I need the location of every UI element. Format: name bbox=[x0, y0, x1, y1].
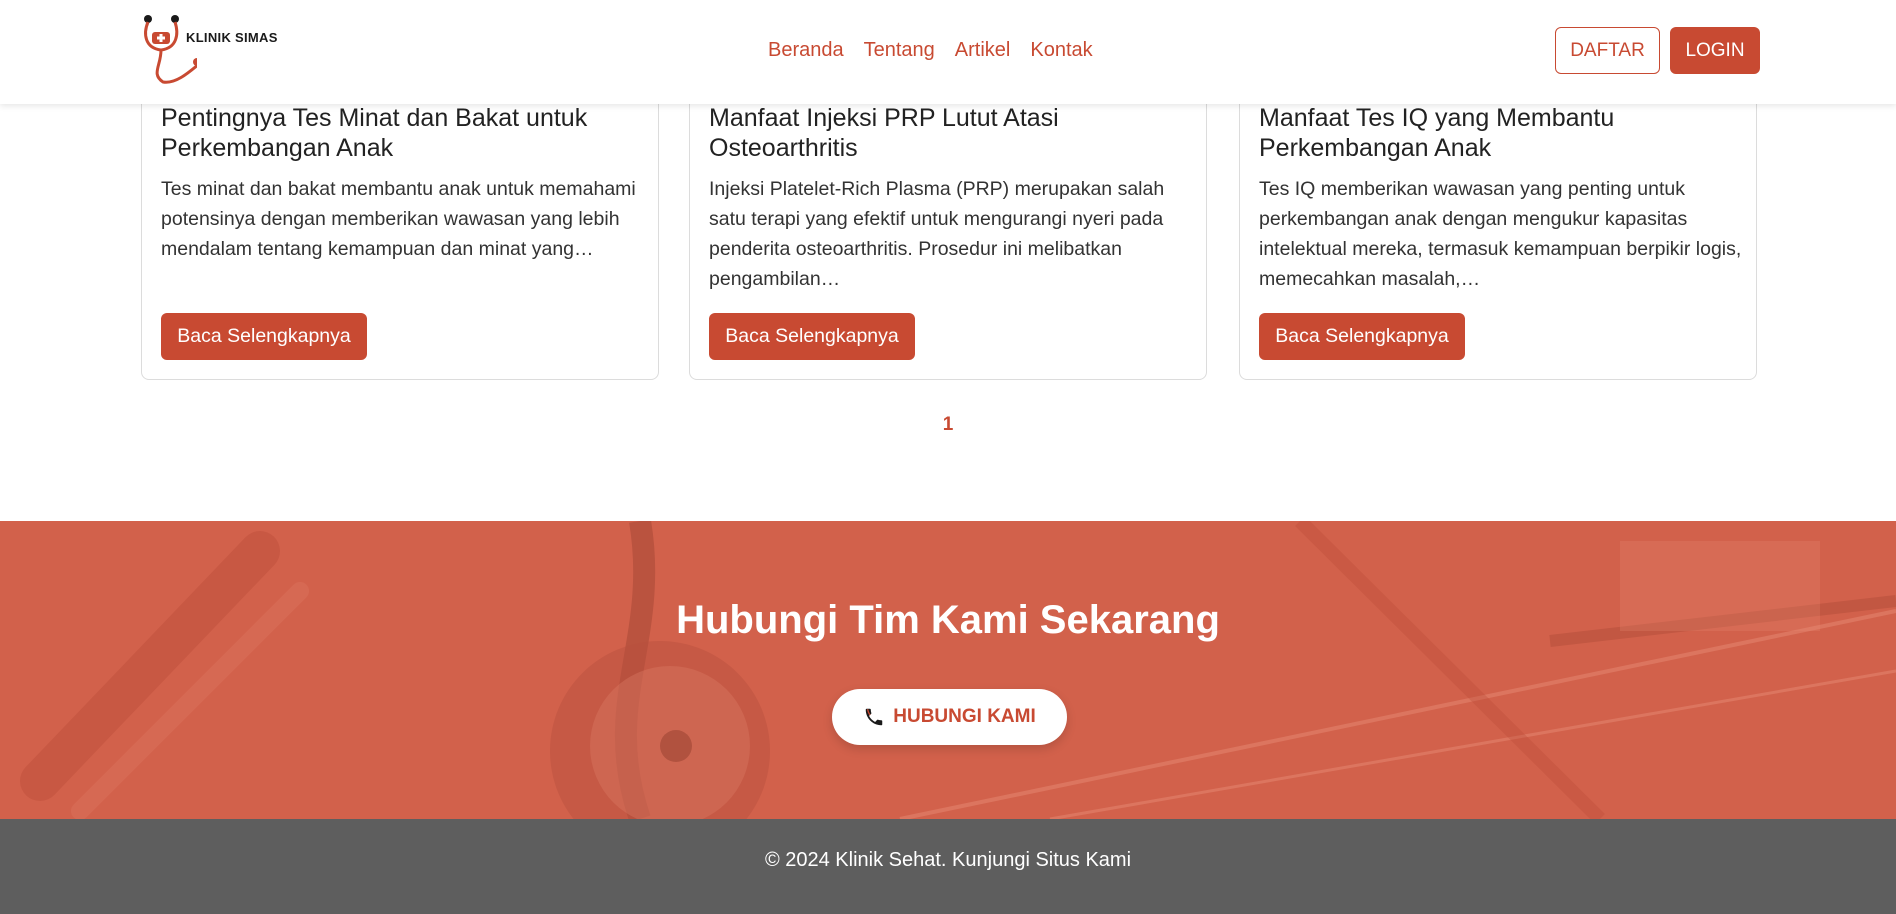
register-button[interactable]: DAFTAR bbox=[1555, 27, 1660, 74]
stethoscope-logo-icon bbox=[144, 15, 197, 84]
login-button[interactable]: LOGIN bbox=[1670, 27, 1760, 74]
article-card: Manfaat Tes IQ yang Membantu Perkembanga… bbox=[1239, 60, 1757, 380]
article-excerpt: Injeksi Platelet-Rich Plasma (PRP) merup… bbox=[709, 178, 1165, 290]
phone-icon bbox=[866, 708, 883, 726]
nav-link-tentang[interactable]: Tentang bbox=[864, 39, 935, 62]
article-title[interactable]: Manfaat Injeksi PRP Lutut Atasi Osteoart… bbox=[709, 103, 1189, 163]
article-card: Manfaat Injeksi PRP Lutut Atasi Osteoart… bbox=[689, 60, 1207, 380]
footer-copyright: © 2024 Klinik Sehat. Kunjungi Situs Kami bbox=[764, 849, 1132, 871]
site-logo[interactable]: KLINIK SIMAS bbox=[141, 14, 291, 86]
nav-link-kontak[interactable]: Kontak bbox=[1030, 39, 1092, 62]
article-excerpt: Tes IQ memberikan wawasan yang penting u… bbox=[1259, 178, 1742, 290]
main-nav: Beranda Tentang Artikel Kontak bbox=[768, 39, 1093, 62]
pagination: 1 bbox=[0, 414, 1896, 436]
stethoscope-background-image bbox=[20, 521, 1896, 819]
article-title[interactable]: Pentingnya Tes Minat dan Bakat untuk Per… bbox=[161, 103, 641, 163]
read-more-button[interactable]: Baca Selengkapnya bbox=[1259, 313, 1465, 360]
contact-cta-section: Hubungi Tim Kami Sekarang HUBUNGI KAMI bbox=[0, 521, 1896, 819]
cta-title: Hubungi Tim Kami Sekarang bbox=[676, 598, 1220, 642]
logo-text: KLINIK SIMAS bbox=[186, 30, 278, 45]
article-title[interactable]: Manfaat Tes IQ yang Membantu Perkembanga… bbox=[1259, 103, 1739, 163]
read-more-button[interactable]: Baca Selengkapnya bbox=[709, 313, 915, 360]
contact-us-button[interactable]: HUBUNGI KAMI bbox=[832, 689, 1067, 745]
site-header: KLINIK SIMAS Beranda Tentang Artikel Kon… bbox=[0, 0, 1896, 104]
article-excerpt: Tes minat dan bakat membantu anak untuk … bbox=[161, 178, 636, 260]
read-more-button[interactable]: Baca Selengkapnya bbox=[161, 313, 367, 360]
page-number-link[interactable]: 1 bbox=[943, 414, 954, 435]
nav-link-beranda[interactable]: Beranda bbox=[768, 39, 844, 62]
article-card: Pentingnya Tes Minat dan Bakat untuk Per… bbox=[141, 60, 659, 380]
nav-link-artikel[interactable]: Artikel bbox=[955, 39, 1011, 62]
site-footer: © 2024 Klinik Sehat. Kunjungi Situs Kami bbox=[0, 819, 1896, 914]
contact-us-label: HUBUNGI KAMI bbox=[893, 706, 1036, 727]
